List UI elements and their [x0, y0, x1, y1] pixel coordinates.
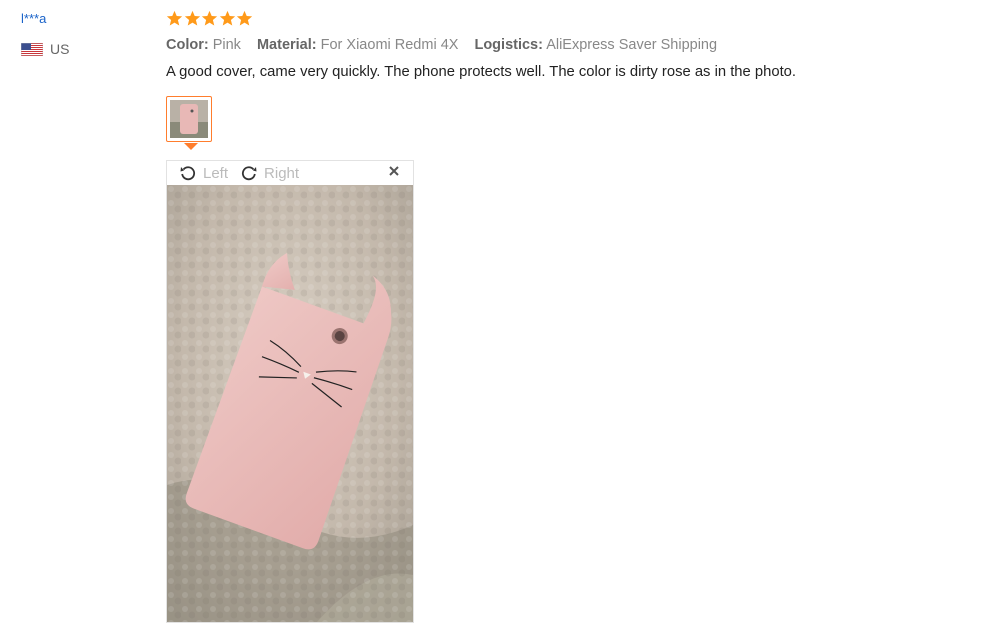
country-code: US [50, 41, 70, 57]
phone-case-photo [167, 185, 413, 622]
attr-logistics: Logistics: AliExpress Saver Shipping [474, 37, 718, 53]
star-icon [184, 10, 200, 26]
reviewer-name: l***a [21, 11, 47, 26]
rotate-left-label: Left [203, 164, 229, 182]
reviewer-country: US [21, 41, 69, 57]
review-photo-thumbnail[interactable] [166, 96, 212, 142]
review-text: A good cover, came very quickly. The pho… [166, 64, 797, 80]
star-icon [219, 10, 235, 26]
thumbnail-selected-arrow [184, 143, 198, 150]
photo-viewer: Left Right [166, 160, 414, 623]
star-icon [166, 10, 183, 26]
review-photo [167, 185, 413, 622]
rotate-left-button[interactable]: Left [179, 164, 228, 182]
attr-material: Material: For Xiaomi Redmi 4X [256, 37, 459, 53]
rotate-left-icon [180, 166, 196, 181]
star-rating [166, 10, 254, 27]
attr-color: Color: Pink [166, 37, 241, 53]
viewer-toolbar: Left Right [167, 161, 413, 185]
star-icon [236, 10, 253, 26]
review-attributes: Color: Pink Material: For Xiaomi Redmi 4… [166, 37, 729, 53]
rotate-right-icon [242, 166, 257, 181]
rotate-right-label: Right [264, 164, 300, 182]
close-icon[interactable] [387, 164, 401, 178]
us-flag-icon [21, 42, 43, 56]
star-icon [201, 10, 218, 26]
rotate-right-button[interactable]: Right [240, 164, 299, 182]
